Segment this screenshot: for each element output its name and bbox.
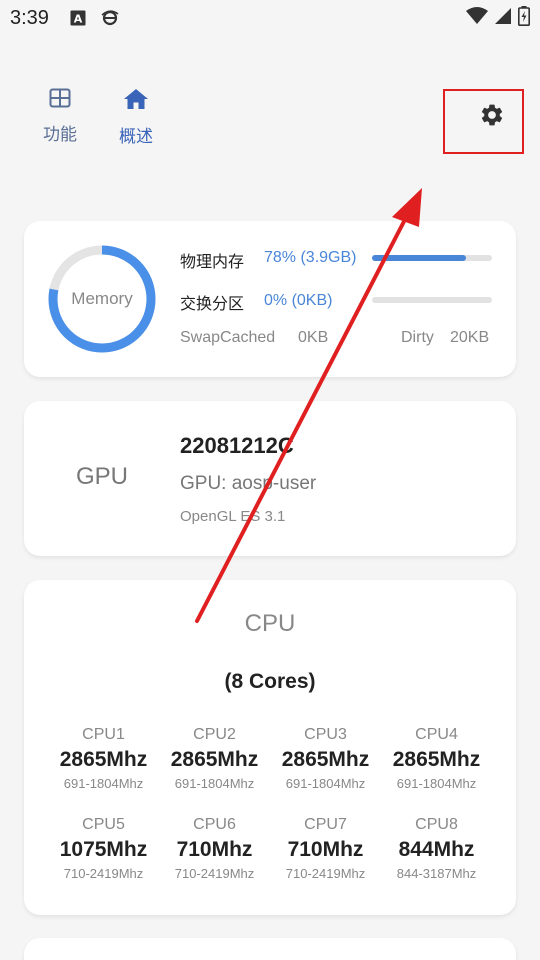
next-card bbox=[24, 938, 516, 960]
cpu-core-freq: 710Mhz bbox=[287, 838, 364, 861]
grid-icon bbox=[49, 88, 71, 112]
cpu-core-range: 691-1804Mhz bbox=[63, 776, 144, 791]
cpu-core-freq: 844Mhz bbox=[398, 838, 475, 861]
swapcached-value: 0KB bbox=[298, 329, 329, 346]
tab-overview[interactable]: 概述 bbox=[106, 88, 166, 148]
cpu-core-name: CPU1 bbox=[82, 726, 125, 743]
cpu-core-freq: 2865Mhz bbox=[281, 748, 370, 771]
cpu-core-item: CPU2 2865Mhz 691-1804Mhz bbox=[159, 726, 270, 791]
cpu-core-name: CPU7 bbox=[304, 816, 347, 833]
battery-icon bbox=[518, 5, 530, 31]
cpu-core-item: CPU3 2865Mhz 691-1804Mhz bbox=[270, 726, 381, 791]
physical-memory-value: 78% (3.9GB) bbox=[264, 249, 357, 266]
cpu-core-item: CPU1 2865Mhz 691-1804Mhz bbox=[48, 726, 159, 791]
cpu-core-freq: 2865Mhz bbox=[392, 748, 481, 771]
wifi-icon bbox=[466, 6, 488, 30]
cpu-core-name: CPU5 bbox=[82, 816, 125, 833]
dirty-value: 20KB bbox=[450, 329, 490, 346]
gpu-renderer: GPU: aosp-user bbox=[180, 473, 317, 494]
cpu-core-range: 710-2419Mhz bbox=[285, 866, 366, 881]
swap-bar bbox=[372, 297, 492, 303]
tab-label: 概述 bbox=[119, 127, 153, 147]
cpu-core-item: CPU8 844Mhz 844-3187Mhz bbox=[381, 816, 492, 881]
cpu-core-range: 710-2419Mhz bbox=[63, 866, 144, 881]
ie-browser-icon bbox=[101, 9, 119, 27]
cpu-core-name: CPU2 bbox=[193, 726, 236, 743]
cpu-core-freq: 1075Mhz bbox=[59, 838, 148, 861]
cpu-core-freq: 2865Mhz bbox=[170, 748, 259, 771]
dirty-label: Dirty bbox=[401, 329, 434, 346]
svg-text:A: A bbox=[74, 13, 83, 26]
cpu-core-range: 844-3187Mhz bbox=[396, 866, 477, 881]
swap-value: 0% (0KB) bbox=[264, 292, 333, 309]
cpu-title: CPU bbox=[244, 610, 296, 637]
swapcached-label: SwapCached bbox=[180, 329, 276, 346]
cpu-core-name: CPU4 bbox=[415, 726, 458, 743]
status-bar: 3:39 A bbox=[0, 0, 540, 36]
gpu-title: GPU bbox=[76, 463, 129, 490]
gpu-model: 22081212C bbox=[180, 433, 294, 458]
memory-ring-label: Memory bbox=[71, 289, 133, 308]
cpu-core-name: CPU3 bbox=[304, 726, 347, 743]
tab-label: 功能 bbox=[43, 125, 77, 145]
status-time: 3:39 bbox=[10, 6, 49, 29]
cpu-core-name: CPU6 bbox=[193, 816, 236, 833]
cpu-core-freq: 2865Mhz bbox=[59, 748, 148, 771]
cpu-core-range: 710-2419Mhz bbox=[174, 866, 255, 881]
physical-memory-bar-fill bbox=[372, 255, 466, 261]
cpu-core-range: 691-1804Mhz bbox=[285, 776, 366, 791]
gpu-card: GPU 22081212C GPU: aosp-user OpenGL ES 3… bbox=[24, 401, 516, 556]
signal-icon bbox=[494, 7, 512, 30]
memory-card: Memory 物理内存 78% (3.9GB) 交换分区 0% (0KB) Sw… bbox=[24, 221, 516, 377]
gpu-opengl-version: OpenGL ES 3.1 bbox=[180, 508, 286, 525]
home-icon bbox=[123, 88, 149, 114]
cpu-core-item: CPU5 1075Mhz 710-2419Mhz bbox=[48, 816, 159, 881]
cpu-core-range: 691-1804Mhz bbox=[396, 776, 477, 791]
cpu-core-range: 691-1804Mhz bbox=[174, 776, 255, 791]
cpu-core-name: CPU8 bbox=[415, 816, 458, 833]
settings-highlight-box bbox=[443, 89, 524, 154]
swap-label: 交换分区 bbox=[180, 294, 245, 313]
cpu-core-count: (8 Cores) bbox=[224, 670, 316, 693]
cpu-core-item: CPU7 710Mhz 710-2419Mhz bbox=[270, 816, 381, 881]
tab-functions[interactable]: 功能 bbox=[30, 88, 90, 148]
cpu-core-freq: 710Mhz bbox=[176, 838, 253, 861]
cpu-card: CPU (8 Cores) CPU1 2865Mhz 691-1804Mhz C… bbox=[24, 580, 516, 915]
physical-memory-bar bbox=[372, 255, 492, 261]
cpu-core-item: CPU6 710Mhz 710-2419Mhz bbox=[159, 816, 270, 881]
accessibility-a-icon: A bbox=[69, 9, 87, 27]
cpu-core-item: CPU4 2865Mhz 691-1804Mhz bbox=[381, 726, 492, 791]
physical-memory-label: 物理内存 bbox=[180, 252, 245, 271]
